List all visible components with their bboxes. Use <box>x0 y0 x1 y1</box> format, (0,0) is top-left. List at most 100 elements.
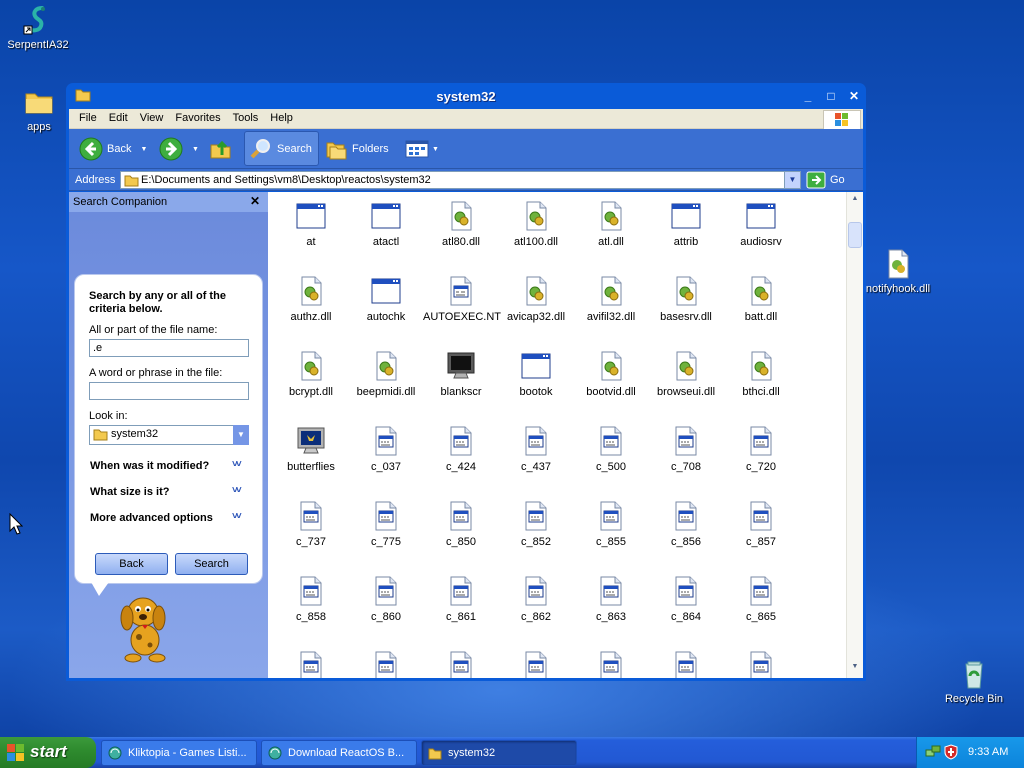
vertical-scrollbar[interactable]: ▲ ▼ <box>846 192 863 678</box>
menu-file[interactable]: File <box>73 109 103 124</box>
file-item[interactable]: batt.dll <box>723 275 799 323</box>
close-button[interactable]: ✕ <box>845 87 863 105</box>
file-item[interactable]: c_500 <box>573 425 649 473</box>
chevron-down-icon[interactable]: ▼ <box>233 425 249 445</box>
file-item[interactable]: attrib <box>648 200 724 248</box>
scroll-thumb[interactable] <box>848 222 862 248</box>
file-item[interactable] <box>723 650 799 678</box>
close-pane-button[interactable]: ✕ <box>250 194 260 208</box>
file-item[interactable]: bootok <box>498 350 574 398</box>
file-item[interactable] <box>423 650 499 678</box>
expand-chevron-icon[interactable]: ˅˅ <box>232 459 242 470</box>
expand-chevron-icon[interactable]: ˅˅ <box>232 485 242 496</box>
file-name: c_720 <box>746 461 776 473</box>
file-item[interactable]: atl.dll <box>573 200 649 248</box>
file-item[interactable]: c_855 <box>573 500 649 548</box>
back-button[interactable]: Back ▼ <box>79 136 147 162</box>
menu-favorites[interactable]: Favorites <box>169 109 226 124</box>
file-item[interactable]: browseui.dll <box>648 350 724 398</box>
chevron-down-icon[interactable]: ▼ <box>140 146 147 153</box>
taskbar-item-kliktopia[interactable]: Kliktopia - Games Listi... <box>101 740 257 766</box>
desktop-icon-recycle-bin[interactable]: Recycle Bin <box>936 658 1012 705</box>
start-button[interactable]: start <box>0 737 96 768</box>
file-item[interactable]: c_037 <box>348 425 424 473</box>
file-item[interactable]: c_737 <box>273 500 349 548</box>
file-item[interactable]: authz.dll <box>273 275 349 323</box>
file-item[interactable]: atl80.dll <box>423 200 499 248</box>
back-search-button[interactable]: Back <box>95 553 168 575</box>
search-submit-button[interactable]: Search <box>175 553 248 575</box>
file-item[interactable]: c_861 <box>423 575 499 623</box>
chevron-down-icon[interactable]: ▼ <box>192 146 199 153</box>
size-section[interactable]: What size is it? ˅˅ <box>90 485 242 498</box>
file-item[interactable]: c_424 <box>423 425 499 473</box>
file-item[interactable]: c_863 <box>573 575 649 623</box>
folders-button[interactable]: Folders <box>324 136 389 162</box>
desktop-icon-notifyhook[interactable]: notifyhook.dll <box>858 248 938 295</box>
views-icon <box>405 140 429 158</box>
window-titlebar[interactable]: system32 _ □ ✕ <box>69 83 863 109</box>
file-item[interactable]: at <box>273 200 349 248</box>
minimize-button[interactable]: _ <box>799 87 817 105</box>
file-item[interactable]: beepmidi.dll <box>348 350 424 398</box>
menu-view[interactable]: View <box>134 109 170 124</box>
menu-edit[interactable]: Edit <box>103 109 134 124</box>
expand-chevron-icon[interactable]: ˅˅ <box>232 511 242 522</box>
file-item[interactable]: c_720 <box>723 425 799 473</box>
file-item[interactable]: atl100.dll <box>498 200 574 248</box>
taskbar-item-download-reactos[interactable]: Download ReactOS B... <box>261 740 417 766</box>
file-item[interactable] <box>498 650 574 678</box>
scroll-down-arrow-icon[interactable]: ▼ <box>849 663 861 675</box>
file-item[interactable]: atactl <box>348 200 424 248</box>
file-item[interactable]: c_858 <box>273 575 349 623</box>
scroll-up-arrow-icon[interactable]: ▲ <box>849 195 861 207</box>
maximize-button[interactable]: □ <box>822 87 840 105</box>
taskbar-item-system32[interactable]: system32 <box>421 740 577 766</box>
menu-help[interactable]: Help <box>264 109 299 124</box>
file-item[interactable]: audiosrv <box>723 200 799 248</box>
file-item[interactable]: avicap32.dll <box>498 275 574 323</box>
file-item[interactable]: c_860 <box>348 575 424 623</box>
forward-button[interactable]: ▼ <box>159 136 199 162</box>
file-item[interactable]: c_437 <box>498 425 574 473</box>
security-shield-icon[interactable] <box>944 744 958 760</box>
file-item[interactable]: bcrypt.dll <box>273 350 349 398</box>
file-item[interactable] <box>573 650 649 678</box>
file-item[interactable]: blankscr <box>423 350 499 398</box>
chevron-down-icon[interactable]: ▼ <box>432 146 439 153</box>
file-item[interactable]: butterflies <box>273 425 349 473</box>
file-item[interactable]: autochk <box>348 275 424 323</box>
file-item[interactable] <box>348 650 424 678</box>
lookin-select[interactable]: system32 ▼ <box>89 425 249 445</box>
file-item[interactable]: avifil32.dll <box>573 275 649 323</box>
file-item[interactable]: c_856 <box>648 500 724 548</box>
network-icon[interactable] <box>925 744 941 760</box>
search-button[interactable]: Search <box>244 131 319 166</box>
file-item[interactable]: AUTOEXEC.NT <box>423 275 501 323</box>
filename-input[interactable]: .e <box>89 339 249 357</box>
file-item[interactable]: c_850 <box>423 500 499 548</box>
up-folder-button[interactable] <box>209 136 233 162</box>
file-item[interactable]: bthci.dll <box>723 350 799 398</box>
menu-tools[interactable]: Tools <box>227 109 265 124</box>
file-item[interactable]: c_864 <box>648 575 724 623</box>
file-item[interactable]: basesrv.dll <box>648 275 724 323</box>
address-input[interactable]: E:\Documents and Settings\vm8\Desktop\re… <box>120 171 801 189</box>
file-name: c_850 <box>446 536 476 548</box>
file-item[interactable]: c_865 <box>723 575 799 623</box>
file-item[interactable]: bootvid.dll <box>573 350 649 398</box>
phrase-input[interactable] <box>89 382 249 400</box>
file-item[interactable]: c_857 <box>723 500 799 548</box>
file-item[interactable]: c_775 <box>348 500 424 548</box>
modified-section[interactable]: When was it modified? ˅˅ <box>90 459 242 472</box>
address-dropdown-button[interactable]: ▼ <box>784 171 801 189</box>
file-item[interactable]: c_852 <box>498 500 574 548</box>
file-item[interactable] <box>648 650 724 678</box>
advanced-options-section[interactable]: More advanced options ˅˅ <box>90 511 242 524</box>
go-button[interactable]: Go <box>806 171 845 189</box>
desktop-icon-serpent[interactable]: SerpentIA32 <box>0 4 76 51</box>
file-item[interactable]: c_708 <box>648 425 724 473</box>
file-item[interactable]: c_862 <box>498 575 574 623</box>
file-item[interactable] <box>273 650 349 678</box>
views-button[interactable]: ▼ <box>405 136 439 162</box>
